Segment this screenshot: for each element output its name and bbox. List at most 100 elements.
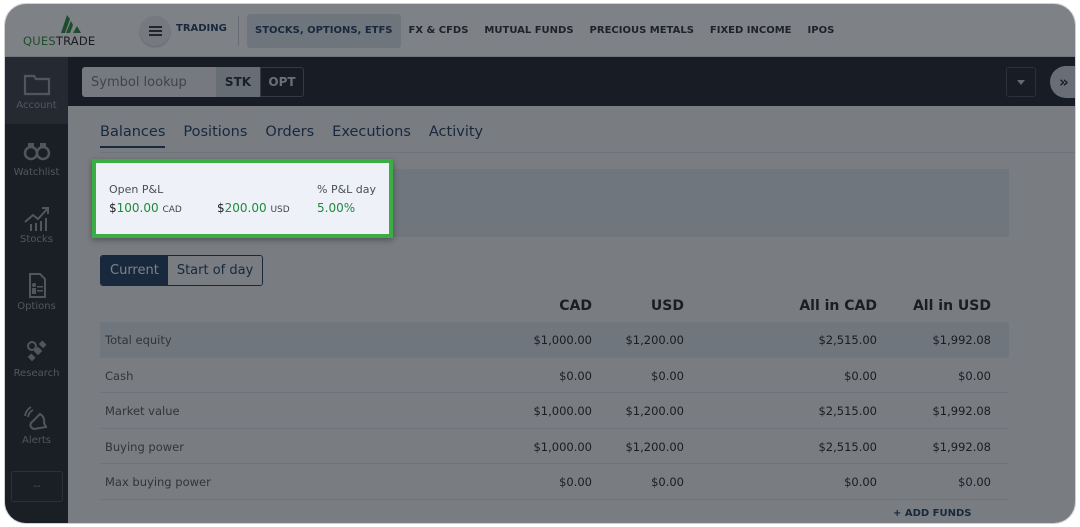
account-dropdown[interactable] bbox=[1006, 67, 1036, 97]
cell: $1,992.08 bbox=[932, 439, 991, 454]
table-row: Buying power $1,000.00 $1,200.00 $2,515.… bbox=[100, 429, 1009, 464]
pnl-day-label: % P&L day bbox=[317, 183, 377, 196]
table-row: Max buying power $0.00 $0.00 $0.00 $0.00 bbox=[100, 464, 1009, 500]
open-pnl-usd: $200.00 USD bbox=[217, 201, 290, 215]
caret-down-icon bbox=[1017, 79, 1025, 85]
open-pnl-highlight: Open P&L $100.00 CAD $200.00 USD % P&L d… bbox=[92, 159, 393, 238]
sidebar-item-research[interactable]: Research bbox=[5, 325, 68, 392]
open-pnl-usd-value: 200.00 bbox=[224, 201, 267, 215]
header-cad: CAD bbox=[559, 298, 592, 314]
cell: $1,200.00 bbox=[625, 404, 684, 418]
cell: $0.00 bbox=[958, 475, 991, 489]
cell: $0.00 bbox=[559, 475, 592, 489]
sidebar-more-button[interactable]: -- bbox=[11, 471, 63, 502]
satellite-icon bbox=[26, 340, 47, 362]
header-all-in-usd: All in USD bbox=[912, 298, 991, 314]
sidebar-item-options[interactable]: Options bbox=[5, 258, 68, 325]
cell: $2,515.00 bbox=[818, 404, 877, 418]
trading-label[interactable]: TRADING bbox=[176, 23, 227, 34]
currency-symbol: $ bbox=[217, 201, 225, 215]
cell: $0.00 bbox=[844, 475, 877, 489]
nav-ipos[interactable]: IPOS bbox=[800, 14, 843, 48]
tab-activity[interactable]: Activity bbox=[429, 124, 483, 148]
chart-up-icon bbox=[23, 207, 49, 231]
cell: $1,992.08 bbox=[932, 333, 991, 347]
symbol-lookup-input[interactable] bbox=[82, 67, 216, 97]
open-pnl-label: Open P&L bbox=[109, 183, 164, 196]
binoculars-icon bbox=[23, 143, 50, 161]
account-tabs: Balances Positions Orders Executions Act… bbox=[100, 124, 501, 148]
open-pnl-cad: $100.00 CAD bbox=[109, 201, 182, 215]
divider bbox=[238, 16, 239, 46]
sidebar: Account Watchlist Stocks Options Researc… bbox=[5, 57, 68, 523]
tab-orders[interactable]: Orders bbox=[265, 124, 314, 148]
sidebar-item-label: Watchlist bbox=[13, 167, 60, 178]
menu-button[interactable] bbox=[140, 16, 170, 46]
cell: $2,515.00 bbox=[818, 333, 877, 347]
tab-executions[interactable]: Executions bbox=[332, 124, 411, 148]
sidebar-item-label: Options bbox=[17, 301, 56, 312]
cell: $0.00 bbox=[651, 475, 684, 489]
nav-precious-metals[interactable]: PRECIOUS METALS bbox=[582, 14, 702, 48]
table-row: Total equity $1,000.00 $1,200.00 $2,515.… bbox=[100, 322, 1009, 358]
sidebar-item-account[interactable]: Account bbox=[5, 57, 68, 124]
sidebar-item-alerts[interactable]: Alerts bbox=[5, 392, 68, 459]
balances-table: CAD USD All in CAD All in USD Total equi… bbox=[100, 288, 1009, 500]
opt-toggle[interactable]: OPT bbox=[260, 67, 304, 97]
logo-text: QUESTRADE bbox=[23, 34, 96, 48]
currency-code: CAD bbox=[162, 205, 182, 215]
sidebar-item-label: Account bbox=[16, 100, 57, 111]
cell: $0.00 bbox=[651, 368, 684, 383]
table-header: CAD USD All in CAD All in USD bbox=[100, 288, 1009, 322]
cell: $1,200.00 bbox=[625, 439, 684, 454]
sidebar-item-label: Stocks bbox=[20, 234, 53, 245]
top-nav: STOCKS, OPTIONS, ETFS FX & CFDS MUTUAL F… bbox=[247, 14, 842, 48]
add-funds-link[interactable]: + ADD FUNDS bbox=[893, 508, 972, 519]
row-label: Buying power bbox=[105, 439, 184, 454]
header-all-in-cad: All in CAD bbox=[799, 298, 877, 314]
cell: $1,000.00 bbox=[533, 439, 592, 454]
tabs-divider bbox=[100, 152, 1075, 153]
sidebar-item-stocks[interactable]: Stocks bbox=[5, 191, 68, 258]
hamburger-icon bbox=[148, 30, 162, 32]
nav-mutual-funds[interactable]: MUTUAL FUNDS bbox=[476, 14, 581, 48]
row-label: Cash bbox=[105, 368, 134, 383]
cell: $1,200.00 bbox=[625, 333, 684, 347]
nav-fx-cfds[interactable]: FX & CFDS bbox=[401, 14, 477, 48]
row-label: Market value bbox=[105, 404, 180, 418]
table-row: Cash $0.00 $0.00 $0.00 $0.00 bbox=[100, 358, 1009, 393]
balance-mode-toggle: Current Start of day bbox=[100, 255, 264, 286]
logo-mark-icon bbox=[61, 15, 81, 33]
pnl-day: 5.00% bbox=[317, 201, 355, 215]
double-chevron-right-icon: » bbox=[1059, 73, 1069, 91]
stk-toggle[interactable]: STK bbox=[216, 67, 260, 97]
tab-balances[interactable]: Balances bbox=[100, 124, 166, 148]
top-bar: QUESTRADE TRADING STOCKS, OPTIONS, ETFS … bbox=[5, 4, 1075, 57]
questrade-logo[interactable]: QUESTRADE bbox=[23, 13, 113, 49]
currency-symbol: $ bbox=[109, 201, 117, 215]
cell: $1,000.00 bbox=[533, 333, 592, 347]
expand-panel-button[interactable]: » bbox=[1050, 66, 1075, 98]
current-button[interactable]: Current bbox=[101, 256, 168, 285]
cell: $0.00 bbox=[958, 368, 991, 383]
row-label: Total equity bbox=[105, 333, 172, 347]
cell: $1,000.00 bbox=[533, 404, 592, 418]
tab-positions[interactable]: Positions bbox=[183, 124, 247, 148]
toolbar: STK OPT » bbox=[68, 57, 1075, 106]
sidebar-item-label: Alerts bbox=[21, 435, 51, 446]
currency-code: USD bbox=[270, 205, 290, 215]
pnl-day-value: 5.00% bbox=[317, 201, 356, 215]
nav-stocks-options-etfs[interactable]: STOCKS, OPTIONS, ETFS bbox=[247, 14, 401, 48]
document-icon bbox=[28, 273, 46, 298]
cell: $0.00 bbox=[844, 368, 877, 383]
nav-fixed-income[interactable]: FIXED INCOME bbox=[702, 14, 800, 48]
folder-icon bbox=[23, 74, 50, 96]
sidebar-item-watchlist[interactable]: Watchlist bbox=[5, 124, 68, 191]
header-usd: USD bbox=[650, 298, 684, 314]
app-window: QUESTRADE TRADING STOCKS, OPTIONS, ETFS … bbox=[4, 3, 1076, 524]
open-pnl-cad-value: 100.00 bbox=[116, 201, 159, 215]
row-label: Max buying power bbox=[105, 475, 211, 489]
cell: $0.00 bbox=[559, 368, 592, 383]
start-of-day-button[interactable]: Start of day bbox=[167, 256, 263, 285]
bell-icon bbox=[23, 406, 47, 431]
